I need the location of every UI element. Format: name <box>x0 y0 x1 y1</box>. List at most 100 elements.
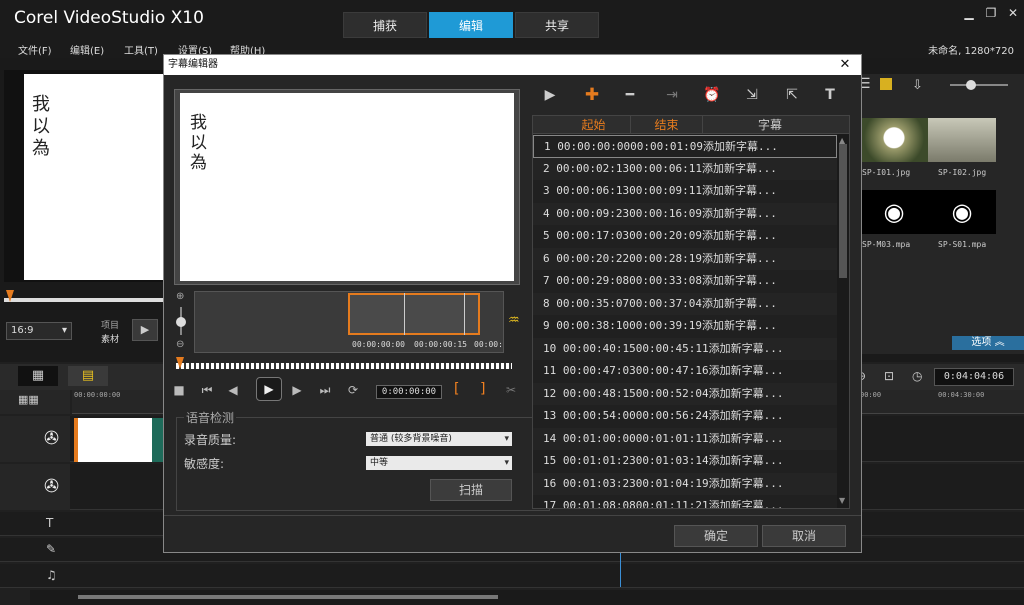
repeat-icon[interactable]: ⟳ <box>344 383 362 397</box>
row-text[interactable]: 添加新字幕... <box>702 229 777 242</box>
menu-file[interactable]: 文件(F) <box>18 42 52 57</box>
library-thumb-1[interactable] <box>860 118 928 162</box>
music-track[interactable] <box>0 564 1024 588</box>
player-scrubber[interactable] <box>4 298 164 302</box>
sort-icon[interactable]: ⇩ <box>912 78 923 93</box>
row-text[interactable]: 添加新字幕... <box>702 162 777 175</box>
storyboard-view-icon[interactable]: ▦ <box>18 366 58 386</box>
table-row[interactable]: 8 00:00:35:0700:00:37:04添加新字幕... <box>533 292 837 315</box>
timeline-ruler-right[interactable]: 00:00 00:04:30:00 <box>850 390 1024 414</box>
audio-wave-icon[interactable]: ♒ <box>508 313 520 328</box>
options-button[interactable]: 选项 ︽ <box>952 336 1024 350</box>
import-subtitle-icon[interactable]: ⇲ <box>740 83 764 107</box>
row-text[interactable]: 添加新字幕... <box>709 454 784 467</box>
table-row[interactable]: 9 00:00:38:1000:00:39:19添加新字幕... <box>533 315 837 338</box>
time-offset-icon[interactable]: ⏰ <box>700 83 724 107</box>
project-duration[interactable]: 0:04:04:06 <box>934 368 1014 386</box>
mark-out-icon[interactable]: ] <box>480 381 485 397</box>
table-row[interactable]: 5 00:00:17:0300:00:20:09添加新字幕... <box>533 225 837 248</box>
row-text[interactable]: 添加新字幕... <box>709 364 784 377</box>
ok-button[interactable]: 确定 <box>674 525 758 547</box>
cancel-button[interactable]: 取消 <box>762 525 846 547</box>
row-text[interactable]: 添加新字幕... <box>709 432 784 445</box>
table-row[interactable]: 3 00:00:06:1300:00:09:11添加新字幕... <box>533 180 837 203</box>
stop-icon[interactable]: ■ <box>170 383 188 397</box>
quality-select[interactable]: 普通 (较多背景噪音) <box>366 432 512 446</box>
timeline-ruler-left[interactable]: 00:00:00:00 <box>72 390 164 414</box>
table-row[interactable]: 10 00:00:40:1500:00:45:11添加新字幕... <box>533 337 837 360</box>
zoom-in-icon[interactable]: ⊕ <box>176 291 184 302</box>
row-text[interactable]: 添加新字幕... <box>709 477 784 490</box>
play-button[interactable]: ▶ <box>132 319 158 341</box>
scroll-down-icon[interactable]: ▼ <box>839 496 845 505</box>
row-text[interactable]: 添加新字幕... <box>709 499 784 508</box>
table-row[interactable]: 17 00:01:08:0800:01:11:21添加新字幕... <box>533 495 837 508</box>
sensitivity-select[interactable]: 中等 <box>366 456 512 470</box>
table-row[interactable]: 16 00:01:03:2300:01:04:19添加新字幕... <box>533 472 837 495</box>
row-text[interactable]: 添加新字幕... <box>709 409 784 422</box>
tab-edit[interactable]: 编辑 <box>429 12 513 38</box>
tab-share[interactable]: 共享 <box>515 12 599 38</box>
aspect-ratio-select[interactable]: 16:9 ▾ <box>6 322 72 340</box>
dialog-timecode[interactable]: 0:00:00:00 <box>376 385 442 399</box>
text-options-icon[interactable]: T <box>818 83 842 107</box>
tab-capture[interactable]: 捕获 <box>343 12 427 38</box>
track-manager-icon[interactable]: ▦▦ <box>18 393 39 406</box>
header-subtitle[interactable]: 字幕 <box>703 116 837 134</box>
timeline-scrollbar[interactable] <box>30 590 1024 605</box>
mark-in-icon[interactable]: [ <box>454 381 459 397</box>
clip-mode-label[interactable]: 素材 <box>101 332 119 345</box>
table-row[interactable]: 12 00:00:48:1500:00:52:04添加新字幕... <box>533 382 837 405</box>
row-text[interactable]: 添加新字幕... <box>709 342 784 355</box>
timeline-clip[interactable] <box>74 418 164 462</box>
project-mode-label[interactable]: 项目 <box>101 318 119 331</box>
music-thumb-1[interactable]: ◉ <box>860 190 928 234</box>
row-text[interactable]: 添加新字幕... <box>702 184 777 197</box>
dialog-play-button[interactable]: ▶ <box>256 377 282 401</box>
minimize-icon[interactable]: ▁ <box>960 6 978 22</box>
next-frame-icon[interactable]: ▶ <box>288 383 306 397</box>
library-thumb-2[interactable] <box>928 118 996 162</box>
scan-button[interactable]: 扫描 <box>430 479 512 501</box>
skip-end-icon[interactable]: ⏭ <box>316 383 334 398</box>
table-row[interactable]: 15 00:01:01:2300:01:03:14添加新字幕... <box>533 450 837 473</box>
add-subtitle-icon[interactable]: ✚ <box>580 83 604 107</box>
header-start[interactable]: 起始 <box>557 116 631 134</box>
grid-view-icon[interactable] <box>880 78 892 90</box>
table-row[interactable]: 11 00:00:47:0300:00:47:16添加新字幕... <box>533 360 837 383</box>
close-icon[interactable]: ✕ <box>837 57 853 73</box>
menu-edit[interactable]: 编辑(E) <box>70 42 104 57</box>
table-row[interactable]: 2 00:00:02:1300:00:06:11添加新字幕... <box>533 157 837 180</box>
waveform-selection[interactable] <box>348 293 480 335</box>
header-end[interactable]: 结束 <box>631 116 703 134</box>
table-row[interactable]: 6 00:00:20:2200:00:28:19添加新字幕... <box>533 247 837 270</box>
table-row[interactable]: 14 00:01:00:0000:01:01:11添加新字幕... <box>533 427 837 450</box>
scrollbar-thumb[interactable] <box>78 595 498 599</box>
fit-icon[interactable]: ⊡ <box>884 369 894 383</box>
row-text[interactable]: 添加新字幕... <box>702 297 777 310</box>
timeline-playhead[interactable] <box>620 553 621 587</box>
row-text[interactable]: 添加新字幕... <box>702 252 777 265</box>
prev-frame-icon[interactable]: ◀ <box>224 383 242 397</box>
row-text[interactable]: 添加新字幕... <box>702 274 777 287</box>
merge-subtitle-icon[interactable]: ⇥ <box>660 83 684 107</box>
close-window-icon[interactable]: ✕ <box>1004 6 1022 22</box>
scissors-icon[interactable]: ✂ <box>502 383 520 397</box>
play-subtitle-icon[interactable]: ▶ <box>538 83 562 107</box>
table-row[interactable]: 1 00:00:00:0000:00:01:09添加新字幕... <box>533 135 837 158</box>
row-text[interactable]: 添加新字幕... <box>702 207 777 220</box>
skip-start-icon[interactable]: ⏮ <box>198 383 216 398</box>
timeline-view-icon[interactable]: ▤ <box>68 366 108 386</box>
export-subtitle-icon[interactable]: ⇱ <box>780 83 804 107</box>
dialog-scrubber[interactable] <box>176 363 512 369</box>
slider-knob[interactable] <box>966 80 976 90</box>
zoom-slider-knob[interactable] <box>176 317 186 327</box>
remove-subtitle-icon[interactable]: ━ <box>618 83 642 107</box>
row-text[interactable]: 添加新字幕... <box>702 319 777 332</box>
menu-tools[interactable]: 工具(T) <box>124 42 158 57</box>
music-thumb-2[interactable]: ◉ <box>928 190 996 234</box>
restore-icon[interactable]: ❐ <box>982 6 1000 22</box>
scrollbar-thumb[interactable] <box>839 144 847 278</box>
table-row[interactable]: 4 00:00:09:2300:00:16:09添加新字幕... <box>533 202 837 225</box>
table-row[interactable]: 13 00:00:54:0000:00:56:24添加新字幕... <box>533 405 837 428</box>
